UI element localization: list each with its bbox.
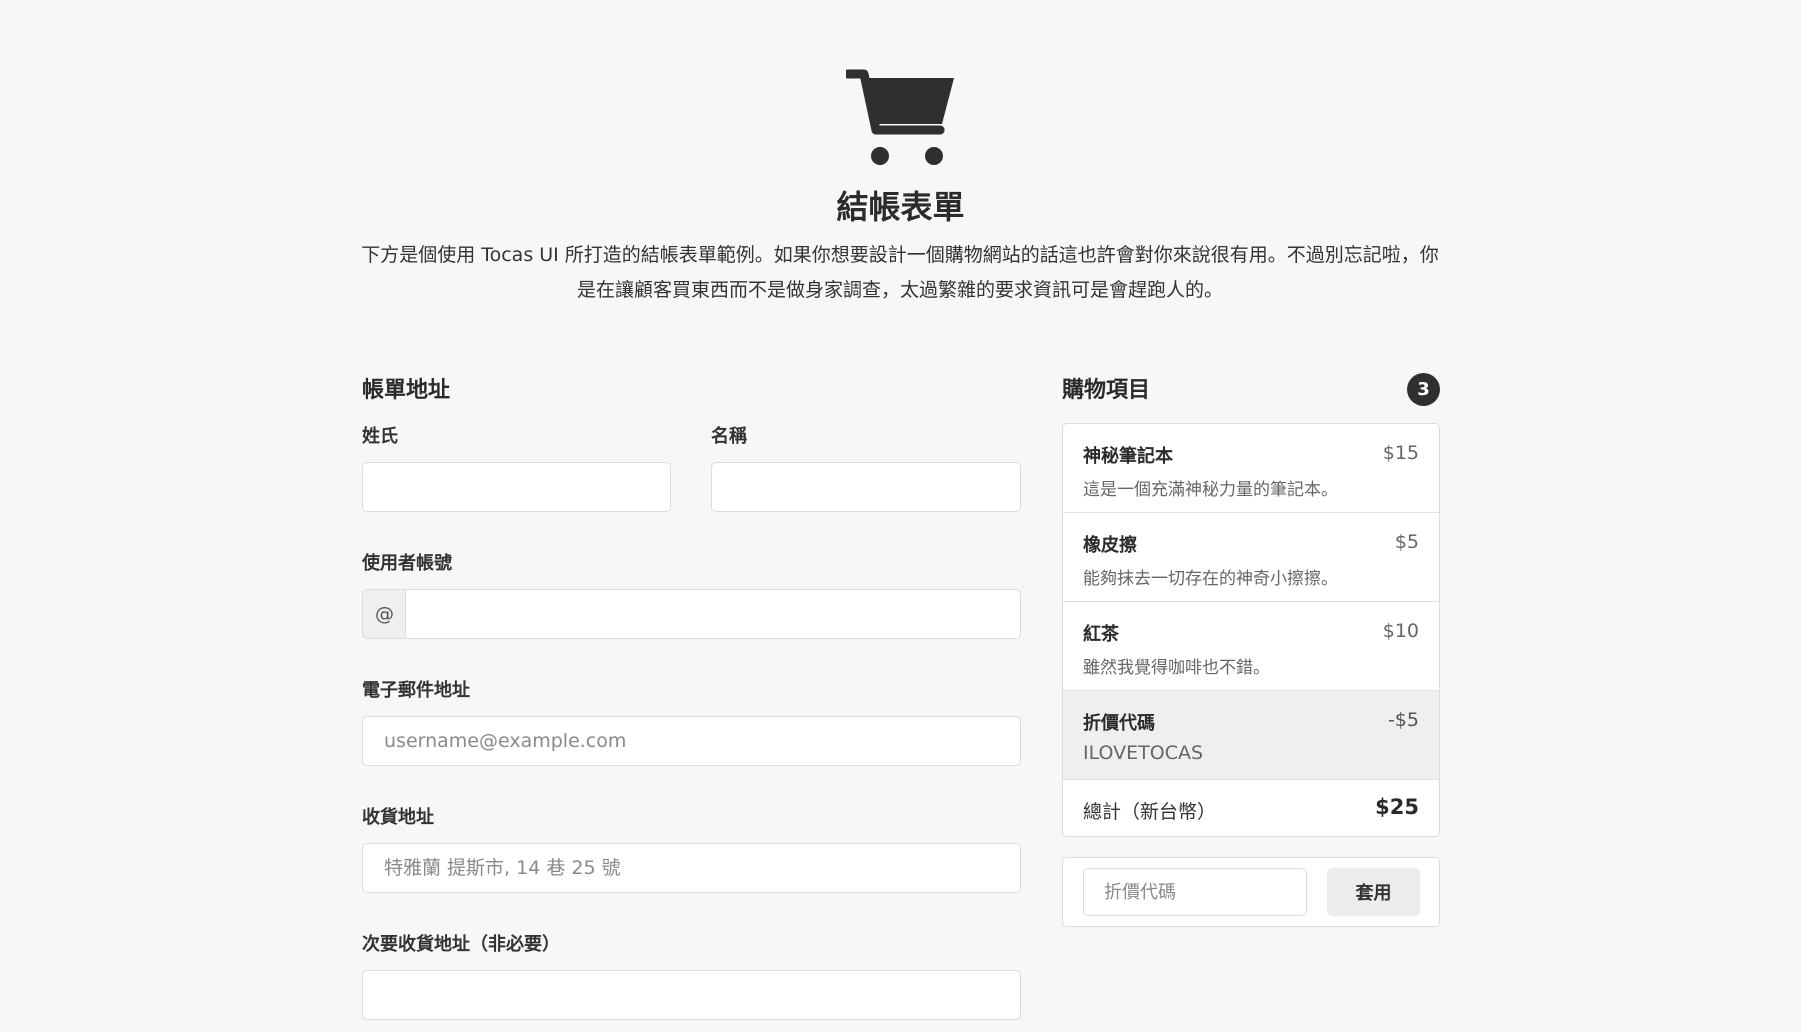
total-label: 總計（新台幣）: [1083, 801, 1217, 823]
cart-item: 橡皮擦 $5 能夠抹去一切存在的神奇小擦擦。: [1063, 513, 1439, 602]
cart-total-row: 總計（新台幣） $25: [1063, 780, 1439, 836]
discount-code: ILOVETOCAS: [1083, 742, 1204, 764]
username-input[interactable]: [405, 589, 1021, 639]
last-name-label: 姓氏: [362, 426, 398, 447]
cart-item-name: 橡皮擦: [1083, 535, 1137, 556]
username-at-addon: @: [362, 589, 406, 639]
last-name-input[interactable]: [362, 462, 671, 512]
cart-item: 紅茶 $10 雖然我覺得咖啡也不錯。: [1063, 602, 1439, 691]
cart-item-name: 神秘筆記本: [1083, 446, 1173, 467]
cart-item: 神秘筆記本 $15 這是一個充滿神秘力量的筆記本。: [1063, 424, 1439, 513]
cart-item-price: $10: [1382, 620, 1419, 642]
cart-item-name: 紅茶: [1083, 624, 1119, 645]
first-name-label: 名稱: [711, 426, 747, 447]
email-input[interactable]: [362, 716, 1021, 766]
address2-input[interactable]: [362, 970, 1021, 1020]
promo-code-box: 套用: [1062, 857, 1440, 927]
cart-count-badge: 3: [1407, 373, 1440, 406]
address-label: 收貨地址: [362, 807, 434, 828]
cart-item-price: $5: [1394, 531, 1419, 553]
shopping-cart-icon: [846, 69, 954, 165]
page-description: 下方是個使用 Tocas UI 所打造的結帳表單範例。如果你想要設計一個購物網站…: [361, 244, 1439, 301]
cart-item-price: $15: [1382, 442, 1419, 464]
total-value: $25: [1375, 795, 1419, 819]
page-title: 結帳表單: [836, 188, 965, 226]
billing-title: 帳單地址: [362, 378, 451, 403]
cart-item-description: 雖然我覺得咖啡也不錯。: [1083, 658, 1270, 678]
cart-item-description: 這是一個充滿神秘力量的筆記本。: [1083, 480, 1338, 500]
discount-name: 折價代碼: [1083, 713, 1155, 734]
promo-code-input[interactable]: [1083, 868, 1307, 916]
cart-title: 購物項目: [1062, 378, 1151, 403]
address-input[interactable]: [362, 843, 1021, 893]
username-label: 使用者帳號: [362, 553, 452, 574]
email-label: 電子郵件地址: [362, 680, 470, 701]
discount-price: -$5: [1387, 709, 1419, 731]
cart-list: 神秘筆記本 $15 這是一個充滿神秘力量的筆記本。 橡皮擦 $5 能夠抹去一切存…: [1062, 423, 1440, 837]
cart-discount-row: 折價代碼 -$5 ILOVETOCAS: [1063, 691, 1439, 780]
apply-promo-button[interactable]: 套用: [1327, 868, 1420, 916]
address2-label: 次要收貨地址（非必要）: [362, 934, 560, 955]
checkout-page: 結帳表單 下方是個使用 Tocas UI 所打造的結帳表單範例。如果你想要設計一…: [0, 0, 1801, 1032]
cart-item-description: 能夠抹去一切存在的神奇小擦擦。: [1083, 569, 1338, 589]
first-name-input[interactable]: [711, 462, 1021, 512]
